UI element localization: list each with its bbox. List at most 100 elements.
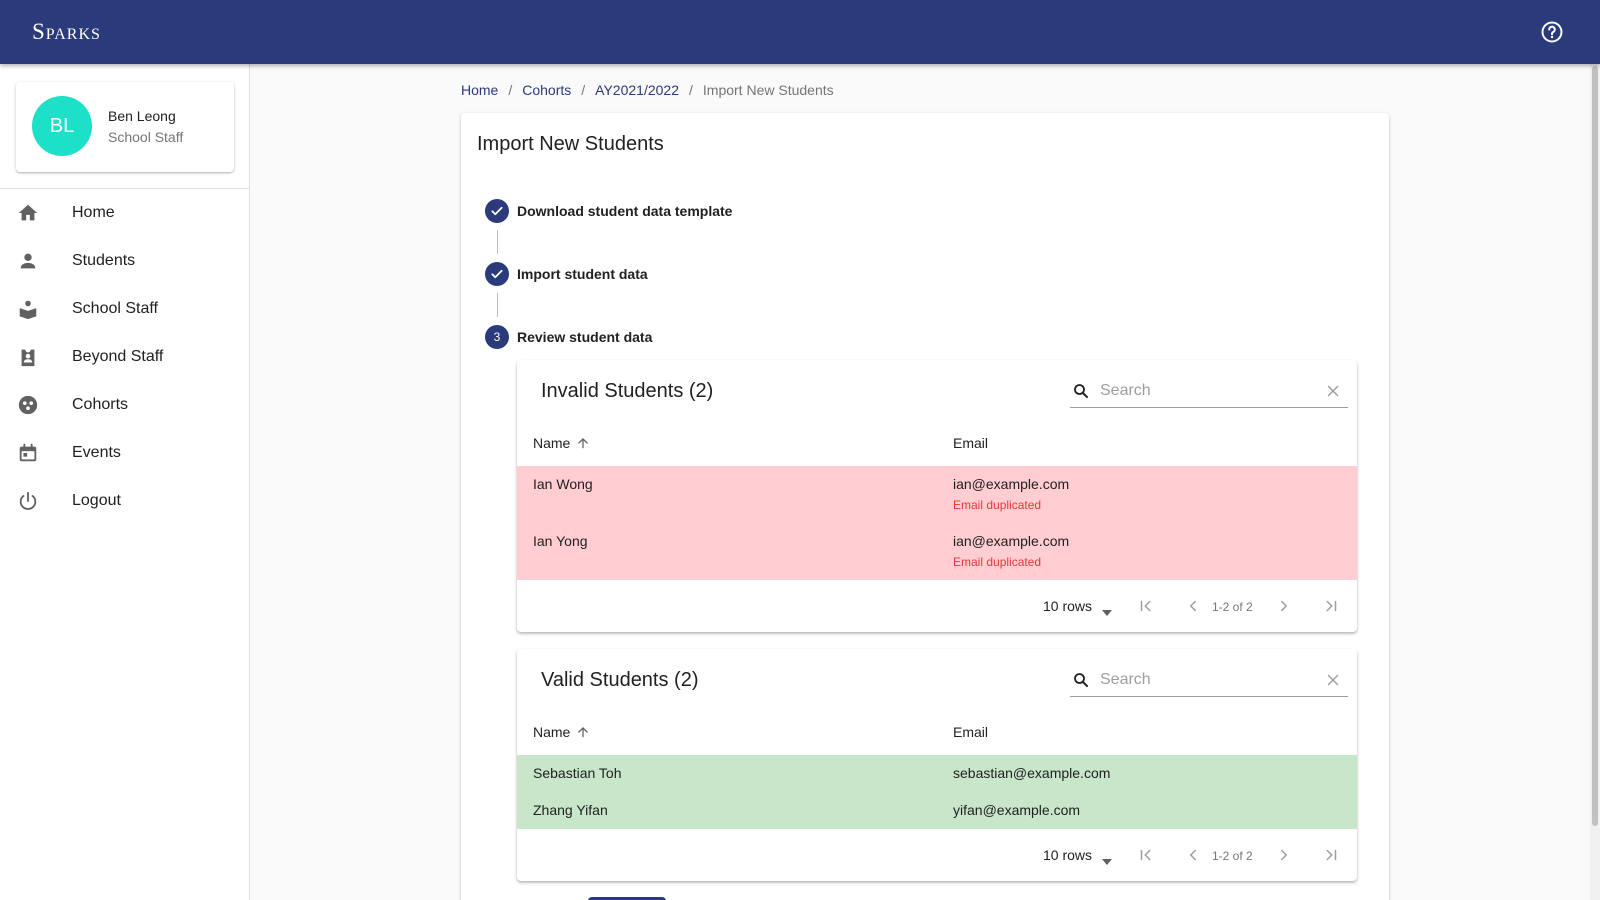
close-icon[interactable]: [1324, 382, 1342, 400]
user-role: School Staff: [108, 129, 184, 145]
school-icon: [16, 297, 40, 321]
sidebar-item-label: Logout: [72, 492, 121, 509]
invalid-students-table: Invalid Students (2) Name Email Ian Wong…: [517, 360, 1357, 632]
first-page-button[interactable]: [1134, 843, 1158, 867]
next-page-button[interactable]: [1272, 843, 1296, 867]
column-header-name[interactable]: Name: [533, 724, 590, 740]
error-message: Email duplicated: [953, 498, 1042, 512]
search-field: [1070, 663, 1348, 697]
sidebar-item-label: Students: [72, 252, 136, 269]
rows-per-page-value: 10 rows: [1043, 847, 1093, 863]
badge-icon: [16, 345, 40, 369]
cell-email: ian@example.com: [953, 476, 1070, 492]
sidebar-item-home[interactable]: Home: [0, 189, 250, 237]
step-label: Import student data: [517, 266, 648, 282]
table-pagination: 10 rows 1-2 of 2: [517, 829, 1357, 881]
cell-email: ian@example.com: [953, 533, 1070, 549]
last-page-button[interactable]: [1319, 843, 1343, 867]
table-row[interactable]: Zhang Yifan yifan@example.com: [517, 792, 1357, 829]
first-page-button[interactable]: [1134, 594, 1158, 618]
user-card: BL Ben Leong School Staff: [16, 82, 234, 172]
table-row[interactable]: Ian Yong ian@example.com Email duplicate…: [517, 523, 1357, 580]
column-header-label: Name: [533, 724, 571, 740]
step-label: Download student data template: [517, 203, 733, 219]
rows-per-page-value: 10 rows: [1043, 598, 1093, 614]
step-review-data: 3 Review student data: [485, 325, 652, 349]
step-import-data: Import student data: [485, 262, 648, 286]
table-row[interactable]: Ian Wong ian@example.com Email duplicate…: [517, 466, 1357, 523]
sidebar-item-school-staff[interactable]: School Staff: [0, 285, 250, 333]
help-icon[interactable]: [1540, 20, 1564, 44]
search-input[interactable]: [1100, 381, 1310, 400]
sidebar: BL Ben Leong School Staff Home Students …: [0, 64, 250, 900]
sidebar-item-label: Cohorts: [72, 396, 129, 413]
sidebar-item-logout[interactable]: Logout: [0, 477, 250, 525]
search-field: [1070, 374, 1348, 408]
column-header-label: Email: [953, 435, 989, 451]
breadcrumb-separator: /: [508, 82, 513, 98]
home-icon: [16, 201, 40, 225]
check-icon: [485, 199, 509, 223]
last-page-button[interactable]: [1319, 594, 1343, 618]
valid-students-table: Valid Students (2) Name Email Sebastian …: [517, 649, 1357, 881]
next-page-button[interactable]: [1272, 594, 1296, 618]
cell-name: Sebastian Toh: [533, 765, 622, 781]
import-panel: Import New Students Download student dat…: [461, 113, 1389, 900]
search-icon: [1072, 671, 1090, 689]
rows-per-page-select[interactable]: 10 rows: [1043, 598, 1113, 616]
close-icon[interactable]: [1324, 671, 1342, 689]
page-range: 1-2 of 2: [1212, 849, 1253, 863]
check-icon: [485, 262, 509, 286]
table-row[interactable]: Sebastian Toh sebastian@example.com: [517, 755, 1357, 792]
arrow-up-icon[interactable]: [576, 725, 590, 739]
breadcrumb-home[interactable]: Home: [461, 82, 498, 98]
arrow-up-icon[interactable]: [576, 436, 590, 450]
page-range: 1-2 of 2: [1212, 600, 1253, 614]
avatar: BL: [32, 96, 92, 156]
column-header-label: Name: [533, 435, 571, 451]
previous-page-button[interactable]: [1181, 594, 1205, 618]
cell-name: Ian Yong: [533, 533, 588, 549]
step-number: 3: [485, 325, 509, 349]
column-header-email[interactable]: Email: [953, 724, 988, 740]
step-download-template: Download student data template: [485, 199, 732, 223]
breadcrumb-current: Import New Students: [702, 82, 834, 98]
step-connector: [497, 230, 498, 254]
column-header-name[interactable]: Name: [533, 435, 590, 451]
breadcrumb-year[interactable]: AY2021/2022: [595, 82, 679, 98]
cell-name: Ian Wong: [533, 476, 593, 492]
cell-email: yifan@example.com: [953, 802, 1081, 818]
sidebar-item-beyond-staff[interactable]: Beyond Staff: [0, 333, 250, 381]
sidebar-item-events[interactable]: Events: [0, 429, 250, 477]
breadcrumb-cohorts[interactable]: Cohorts: [522, 82, 571, 98]
table-pagination: 10 rows 1-2 of 2: [517, 580, 1357, 632]
app-bar: Sparks: [0, 0, 1600, 64]
calendar-icon: [16, 441, 40, 465]
search-input[interactable]: [1100, 670, 1310, 689]
sidebar-item-cohorts[interactable]: Cohorts: [0, 381, 250, 429]
column-header-label: Email: [953, 724, 989, 740]
rows-per-page-select[interactable]: 10 rows: [1043, 847, 1113, 865]
step-label: Review student data: [517, 329, 653, 345]
sidebar-item-label: Events: [72, 444, 121, 461]
previous-page-button[interactable]: [1181, 843, 1205, 867]
user-name: Ben Leong: [108, 108, 176, 124]
page-scrollbar[interactable]: [1590, 64, 1600, 900]
cell-name: Zhang Yifan: [533, 802, 608, 818]
breadcrumb-separator: /: [581, 82, 586, 98]
sidebar-item-label: Beyond Staff: [72, 348, 164, 365]
error-message: Email duplicated: [953, 555, 1042, 569]
sidebar-nav: Home Students School Staff Beyond Staff …: [0, 189, 250, 525]
breadcrumb: Home / Cohorts / AY2021/2022 / Import Ne…: [461, 82, 834, 98]
breadcrumb-separator: /: [689, 82, 693, 98]
scrollbar-thumb[interactable]: [1592, 66, 1598, 826]
step-connector: [497, 293, 498, 317]
brand-logo[interactable]: Sparks: [32, 19, 101, 45]
table-title: Invalid Students (2): [541, 380, 714, 402]
sidebar-item-label: Home: [72, 204, 115, 221]
sidebar-item-label: School Staff: [72, 300, 158, 317]
caret-down-icon: [1102, 852, 1113, 865]
person-icon: [16, 249, 40, 273]
sidebar-item-students[interactable]: Students: [0, 237, 250, 285]
column-header-email[interactable]: Email: [953, 435, 988, 451]
